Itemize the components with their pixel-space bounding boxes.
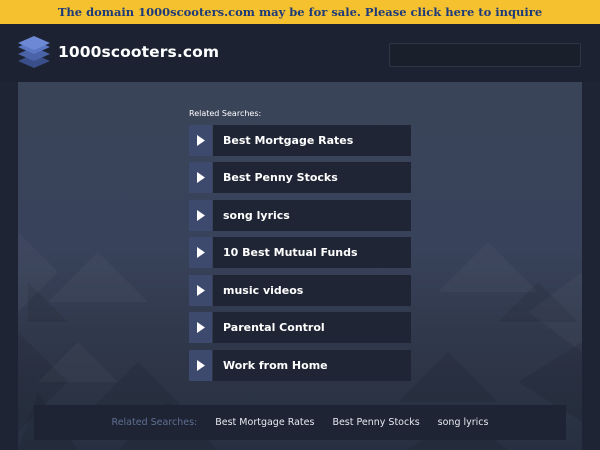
play-arrow-icon [189, 350, 212, 381]
related-link-6[interactable]: Work from Home [189, 350, 411, 381]
bottom-related-bar: Related Searches: Best Mortgage Rates Be… [34, 405, 566, 440]
related-link-label[interactable]: music videos [213, 275, 411, 306]
play-arrow-icon [189, 162, 212, 193]
domain-sale-banner[interactable]: The domain 1000scooters.com may be for s… [0, 0, 600, 24]
play-arrow-icon [189, 312, 212, 343]
related-link-label[interactable]: 10 Best Mutual Funds [213, 237, 411, 268]
bottom-link-1[interactable]: Best Penny Stocks [332, 417, 419, 428]
play-arrow-icon [189, 125, 212, 156]
bottom-link-0[interactable]: Best Mortgage Rates [215, 417, 314, 428]
bottom-link-2[interactable]: song lyrics [438, 417, 489, 428]
search-input[interactable] [389, 43, 581, 67]
related-link-5[interactable]: Parental Control [189, 312, 411, 343]
site-name[interactable]: 1000scooters.com [58, 43, 219, 61]
related-link-4[interactable]: music videos [189, 275, 411, 306]
related-link-2[interactable]: song lyrics [189, 200, 411, 231]
related-searches-label: Related Searches: [189, 109, 262, 118]
banner-text[interactable]: The domain 1000scooters.com may be for s… [58, 5, 542, 19]
related-link-label[interactable]: Parental Control [213, 312, 411, 343]
related-link-3[interactable]: 10 Best Mutual Funds [189, 237, 411, 268]
related-link-0[interactable]: Best Mortgage Rates [189, 125, 411, 156]
bottom-related-label: Related Searches: [111, 417, 198, 428]
related-link-label[interactable]: Best Penny Stocks [213, 162, 411, 193]
related-link-1[interactable]: Best Penny Stocks [189, 162, 411, 193]
play-arrow-icon [189, 275, 212, 306]
play-arrow-icon [189, 200, 212, 231]
related-link-label[interactable]: Best Mortgage Rates [213, 125, 411, 156]
related-link-label[interactable]: song lyrics [213, 200, 411, 231]
play-arrow-icon [189, 237, 212, 268]
related-link-label[interactable]: Work from Home [213, 350, 411, 381]
stacked-layers-icon [18, 36, 50, 68]
